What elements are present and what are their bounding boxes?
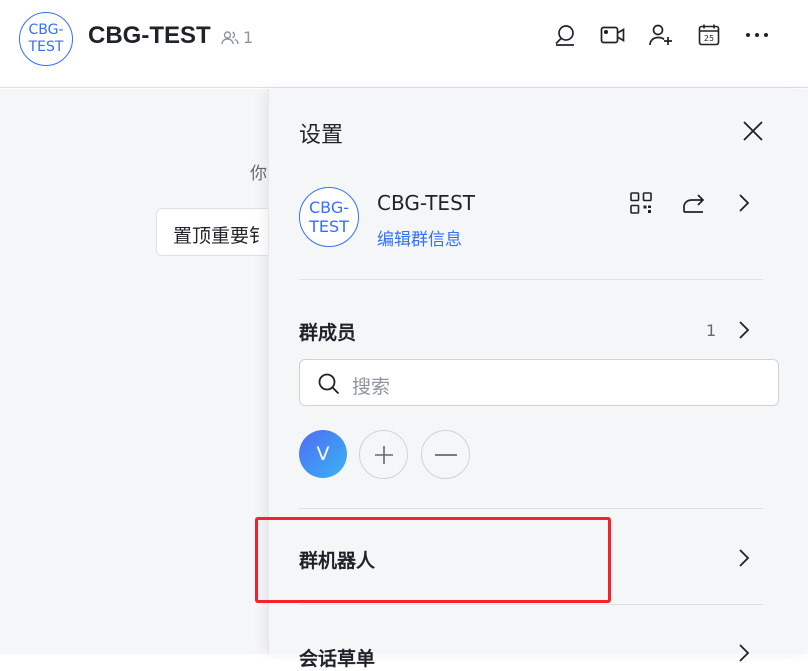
more-icon [746, 33, 768, 37]
divider [299, 604, 763, 605]
group-avatar[interactable]: CBG- TEST [19, 12, 73, 66]
add-member-button[interactable] [648, 22, 674, 48]
member-count[interactable]: 1 [221, 28, 253, 47]
settings-group-name: CBG-TEST [377, 191, 475, 215]
qr-code-button[interactable] [629, 191, 653, 215]
video-call-icon [600, 26, 625, 44]
minus-icon [434, 453, 457, 456]
more-button[interactable] [744, 22, 770, 48]
group-bots-chevron[interactable] [736, 547, 752, 569]
chevron-right-icon [739, 321, 750, 339]
chat-title[interactable]: CBG-TEST [88, 22, 211, 50]
calendar-day: 25 [704, 34, 714, 43]
close-button[interactable] [739, 117, 767, 145]
settings-drawer: 设置 CBG- TEST CBG-TEST 编辑群信息 群成员 1 搜索 V 群… [255, 89, 808, 670]
search-button[interactable] [552, 22, 578, 48]
search-icon [318, 373, 340, 395]
chevron-right-icon [739, 194, 750, 212]
group-avatar-line-1: CBG- [28, 22, 64, 38]
members-icon [221, 30, 239, 44]
chat-header: CBG- TEST CBG-TEST 1 25 [0, 0, 808, 88]
search-placeholder: 搜索 [352, 376, 391, 398]
member-initial: V [316, 443, 330, 465]
chevron-right-icon [739, 549, 750, 567]
settings-group-avatar[interactable]: CBG- TEST [299, 187, 359, 247]
members-section-title[interactable]: 群成员 [299, 318, 356, 345]
member-avatar[interactable]: V [299, 430, 347, 478]
chevron-right-icon [739, 644, 750, 662]
remove-member-round-button[interactable] [421, 430, 470, 479]
plus-icon [374, 445, 393, 464]
calendar-icon: 25 [698, 24, 720, 46]
member-count-value: 1 [243, 28, 254, 47]
qr-code-icon [630, 192, 652, 214]
members-count: 1 [706, 321, 717, 340]
chat-hint-text: 你 [250, 164, 267, 184]
close-icon [743, 121, 763, 141]
edit-group-info-link[interactable]: 编辑群信息 [377, 225, 462, 250]
group-info-chevron[interactable] [736, 192, 752, 214]
search-icon [555, 25, 574, 46]
divider [299, 508, 763, 509]
next-section-chevron[interactable] [736, 642, 752, 664]
group-bots-title[interactable]: 群机器人 [299, 546, 375, 573]
member-search-input[interactable]: 搜索 [299, 359, 779, 406]
add-member-icon [649, 24, 672, 46]
share-icon [683, 194, 705, 213]
settings-avatar-line-2: TEST [309, 217, 349, 236]
header-actions: 25 [552, 22, 770, 48]
members-chevron[interactable] [736, 319, 752, 341]
settings-title: 设置 [299, 123, 344, 148]
group-avatar-line-2: TEST [28, 39, 64, 55]
video-call-button[interactable] [600, 22, 626, 48]
settings-avatar-line-1: CBG- [308, 198, 350, 217]
calendar-button[interactable]: 25 [696, 22, 722, 48]
divider [299, 279, 763, 280]
share-button[interactable] [681, 191, 707, 215]
next-section-title[interactable]: 会话草单 [299, 644, 375, 671]
add-member-round-button[interactable] [359, 430, 408, 479]
